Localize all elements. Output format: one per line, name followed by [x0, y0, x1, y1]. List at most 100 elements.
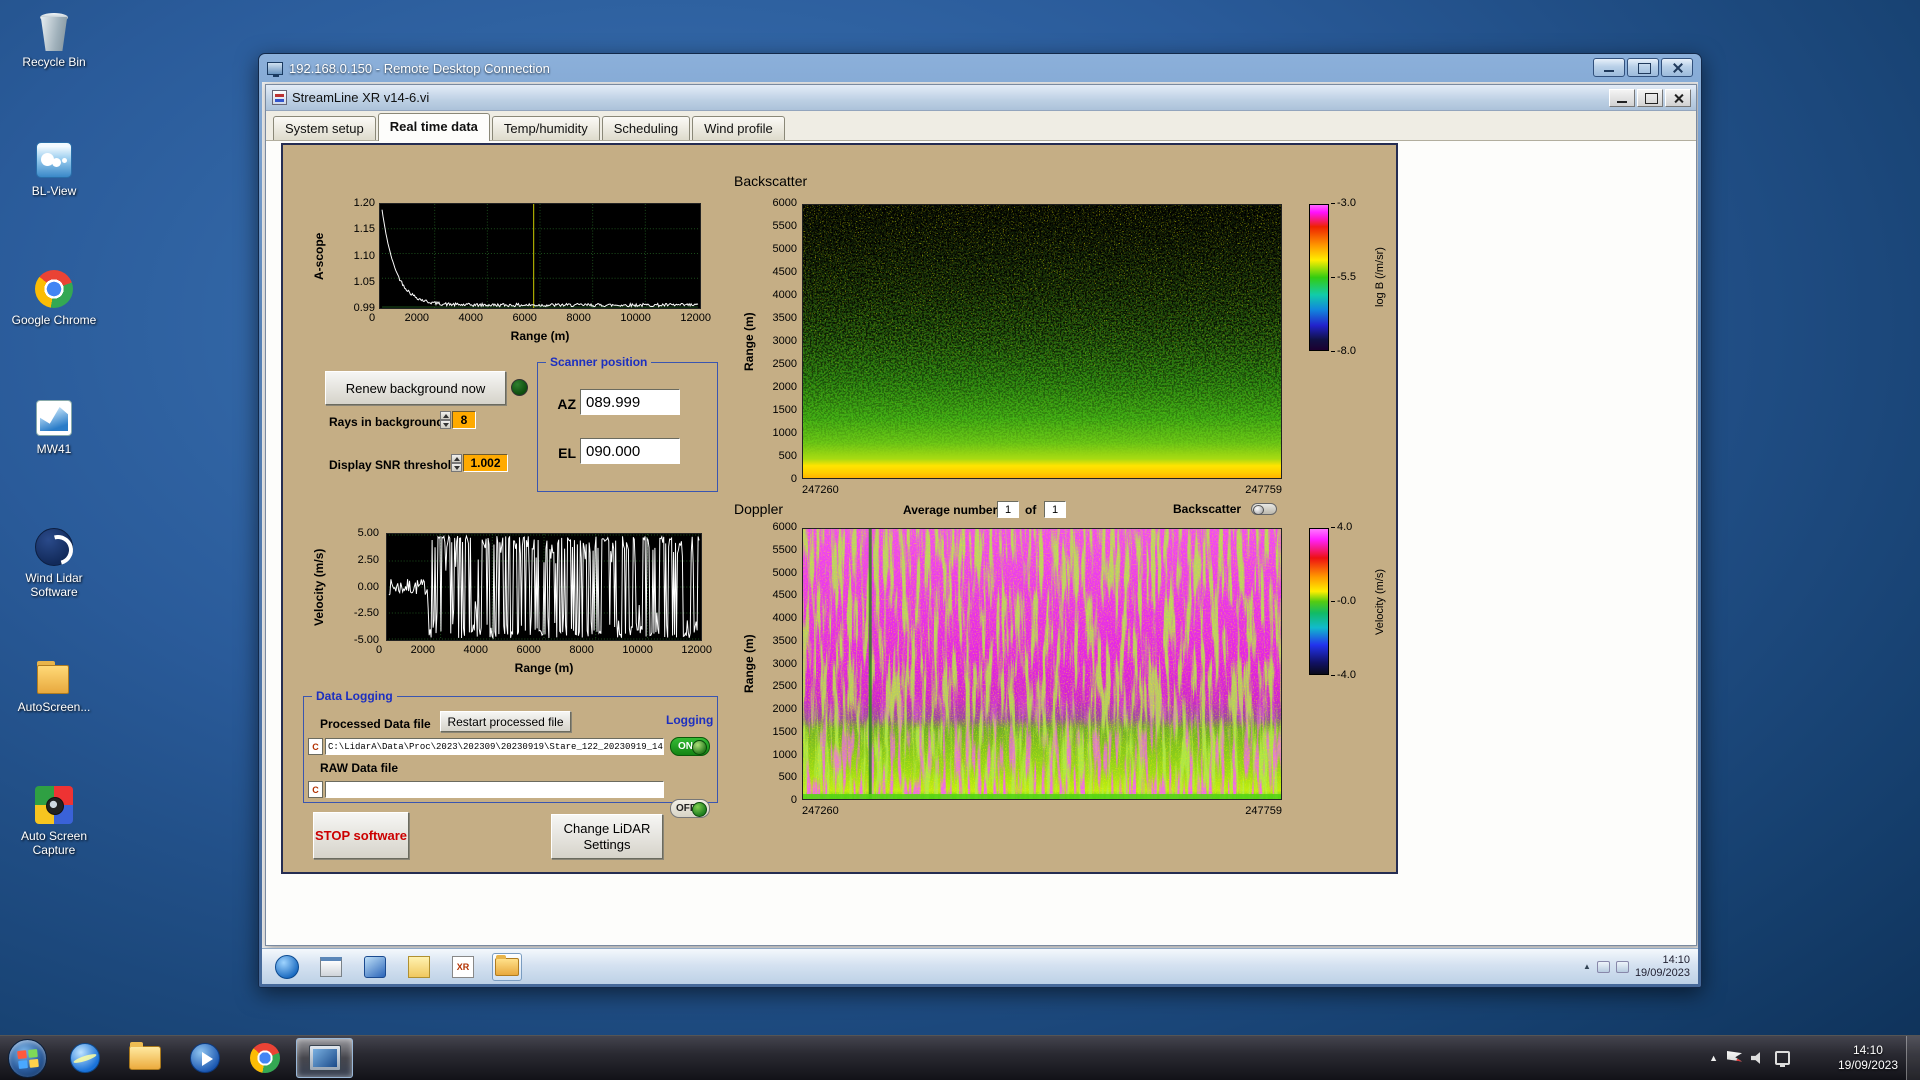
- taskbar-ie-button[interactable]: [56, 1038, 113, 1078]
- backscatter-heatmap: [802, 204, 1282, 479]
- tick-label: 5.00: [358, 528, 379, 539]
- tick-label: 0.00: [358, 582, 379, 593]
- remote-clock-date: 19/09/2023: [1635, 967, 1690, 980]
- tick-label: 4000: [773, 613, 797, 624]
- el-value-field[interactable]: 090.000: [580, 438, 680, 464]
- rdp-titlebar[interactable]: 192.168.0.150 - Remote Desktop Connectio…: [259, 54, 1701, 82]
- doppler-y-axis-label: Range (m): [741, 528, 757, 800]
- tick-label: 4500: [773, 267, 797, 278]
- backscatter-y-axis-label: Range (m): [741, 204, 757, 479]
- action-center-flag-icon[interactable]: [1727, 1051, 1742, 1065]
- tick-label: 1000: [773, 428, 797, 439]
- hidden-icons-arrow[interactable]: ▲: [1709, 1053, 1718, 1063]
- doppler-x-tick-right: 247759: [1202, 805, 1282, 817]
- app-minimize-button[interactable]: [1609, 89, 1635, 107]
- streamline-app-window: StreamLine XR v14-6.vi System setupReal …: [265, 84, 1697, 946]
- snr-value-field[interactable]: 1.002: [463, 454, 508, 472]
- processed-logging-toggle[interactable]: ON: [670, 737, 710, 756]
- velocity-y-ticks: 5.002.500.00-2.50-5.00: [327, 528, 379, 646]
- renew-background-button[interactable]: Renew background now: [325, 371, 506, 405]
- tick-label: 2000: [405, 313, 429, 324]
- rdp-maximize-button[interactable]: [1627, 58, 1659, 77]
- remote-taskbar-explorer-button[interactable]: [492, 953, 522, 981]
- rays-spinner[interactable]: [440, 411, 451, 429]
- desktop-icon-wind-lidar[interactable]: Wind Lidar Software: [6, 526, 102, 599]
- remote-hidden-icons-arrow[interactable]: ▲: [1583, 962, 1591, 971]
- mw41-icon: [31, 397, 77, 439]
- snr-threshold-label: Display SNR threshold: [329, 458, 458, 472]
- app-restore-button[interactable]: [1637, 89, 1663, 107]
- show-desktop-button[interactable]: [1906, 1036, 1920, 1080]
- remote-taskbar-notes-button[interactable]: [404, 953, 434, 981]
- tab-temp-humidity[interactable]: Temp/humidity: [492, 116, 600, 140]
- rdp-minimize-button[interactable]: [1593, 58, 1625, 77]
- remote-taskbar-streamline-button[interactable]: XR: [448, 953, 478, 981]
- internet-explorer-icon: [275, 955, 299, 979]
- taskbar-clock[interactable]: 14:10 19/09/2023: [1838, 1036, 1898, 1080]
- desktop-icon-auto-screen-capture[interactable]: Auto Screen Capture: [6, 784, 102, 857]
- network-icon[interactable]: [1775, 1051, 1790, 1065]
- tick-label: 1.10: [354, 251, 375, 262]
- tick-label: 1.20: [354, 198, 375, 209]
- az-label: AZ: [550, 396, 576, 412]
- wind-lidar-icon: [31, 526, 77, 568]
- taskbar-chrome-button[interactable]: [236, 1038, 293, 1078]
- tick-label: 3000: [773, 336, 797, 347]
- tick-label: 5000: [773, 568, 797, 579]
- remote-clock[interactable]: 14:10 19/09/2023: [1635, 954, 1692, 980]
- raw-data-file-label: RAW Data file: [320, 761, 398, 775]
- tick-label: 4000: [464, 645, 488, 656]
- remote-taskbar-app-button-1[interactable]: [316, 953, 346, 981]
- taskbar-media-player-button[interactable]: [176, 1038, 233, 1078]
- app-close-button[interactable]: [1665, 89, 1691, 107]
- tick-label: 2500: [773, 359, 797, 370]
- change-lidar-settings-button[interactable]: Change LiDAR Settings: [551, 814, 663, 859]
- tick-label: 0: [791, 474, 797, 485]
- rays-value-field[interactable]: 8: [452, 411, 476, 429]
- clock-date: 19/09/2023: [1838, 1058, 1898, 1073]
- tab-wind-profile[interactable]: Wind profile: [692, 116, 785, 140]
- stop-software-button[interactable]: STOP software: [313, 812, 409, 859]
- snr-spinner[interactable]: [451, 454, 462, 472]
- desktop-icon-autoscreen[interactable]: AutoScreen...: [6, 655, 102, 714]
- app-titlebar[interactable]: StreamLine XR v14-6.vi: [266, 85, 1696, 111]
- tab-scheduling[interactable]: Scheduling: [602, 116, 690, 140]
- data-logging-group: Data Logging Processed Data file Restart…: [303, 696, 718, 803]
- tick-label: 1000: [773, 750, 797, 761]
- average-number-field[interactable]: 1: [997, 501, 1019, 518]
- tick-label: 6000: [773, 522, 797, 533]
- az-value-field[interactable]: 089.999: [580, 389, 680, 415]
- average-of-field[interactable]: 1: [1044, 501, 1066, 518]
- taskbar-rdp-button[interactable]: [296, 1038, 353, 1078]
- backscatter-toggle-label: Backscatter: [1173, 502, 1241, 516]
- restart-processed-file-button[interactable]: Restart processed file: [440, 711, 571, 732]
- raw-path-drive-icon[interactable]: C: [308, 781, 323, 798]
- raw-path-field[interactable]: [325, 781, 664, 798]
- tick-label: 4000: [459, 313, 483, 324]
- backscatter-doppler-toggle[interactable]: [1251, 503, 1277, 515]
- tab-system-setup[interactable]: System setup: [273, 116, 376, 140]
- raw-logging-toggle[interactable]: OFF: [670, 799, 710, 818]
- processed-path-field[interactable]: C:\LidarA\Data\Proc\2023\202309\20230919…: [325, 738, 664, 755]
- desktop-icon-mw41[interactable]: MW41: [6, 397, 102, 456]
- rdp-close-button[interactable]: [1661, 58, 1693, 77]
- desktop-icon-label: Auto Screen Capture: [6, 829, 102, 857]
- remote-desktop-icon: [309, 1045, 341, 1071]
- desktop-icon-google-chrome[interactable]: Google Chrome: [6, 268, 102, 327]
- remote-taskbar-ie-button[interactable]: [272, 953, 302, 981]
- tab-real-time-data[interactable]: Real time data: [378, 113, 490, 141]
- desktop-icon-recycle-bin[interactable]: Recycle Bin: [6, 10, 102, 69]
- ascope-y-axis-label: A-scope: [311, 203, 327, 309]
- desktop-icon-bl-view[interactable]: BL-View: [6, 139, 102, 198]
- taskbar-explorer-button[interactable]: [116, 1038, 173, 1078]
- streamline-xr-app-icon: XR: [452, 956, 474, 978]
- remote-network-icon[interactable]: [1616, 961, 1629, 973]
- remote-taskbar-app-button-2[interactable]: [360, 953, 390, 981]
- tick-label: 10000: [622, 645, 653, 656]
- start-button[interactable]: [8, 1039, 47, 1078]
- processed-path-drive-icon[interactable]: C: [308, 738, 323, 755]
- volume-icon[interactable]: [1751, 1051, 1766, 1065]
- remote-volume-icon[interactable]: [1597, 961, 1610, 973]
- tick-label: 10000: [620, 313, 651, 324]
- clock-time: 14:10: [1838, 1043, 1898, 1058]
